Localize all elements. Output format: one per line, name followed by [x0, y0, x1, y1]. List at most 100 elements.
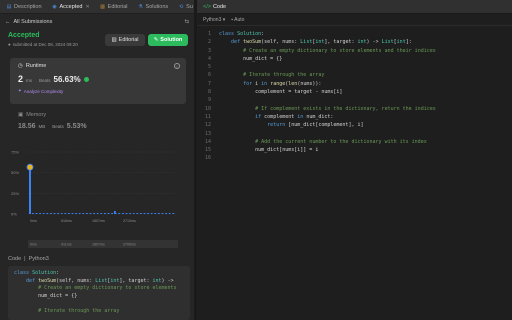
submitted-code-block: class Solution: def twoSum(self, nums: L…: [8, 266, 190, 320]
line-number: 3: [207, 47, 211, 54]
solution-button-label: Solution: [160, 37, 183, 43]
accepted-icon: ◉: [52, 3, 57, 10]
editor-title: Code: [212, 3, 227, 10]
runtime-title-row: ◷ Runtime: [18, 63, 178, 69]
code-header-label: Code: [8, 256, 22, 262]
code-editor[interactable]: 1 class Solution: 2 def twoSum(self, nums:…: [197, 30, 512, 163]
line-number: 12: [204, 122, 211, 129]
code-line[interactable]: 10 # If complement exists in the diction…: [197, 105, 512, 113]
distribution-bar: [107, 213, 110, 214]
line-number: 9: [207, 97, 211, 104]
line-number: 10: [204, 105, 211, 112]
back-link[interactable]: ← All Submissions: [5, 19, 52, 25]
code-line[interactable]: 8 complement = target - nums[i]: [197, 88, 512, 96]
runtime-distribution-chart[interactable]: 75% 50% 25% 0% 0ms 616ms 1807ms 2710ms 0ms 911m…: [10, 144, 186, 256]
code-line[interactable]: 15 num_dict[nums[i]] = i: [197, 146, 512, 154]
brush-tick-label: 1807ms: [92, 243, 105, 247]
line-number: 6: [207, 72, 211, 79]
code-line[interactable]: 1 class Solution:: [197, 30, 512, 38]
analyze-complexity-link[interactable]: ✦ Analyze Complexity: [18, 88, 178, 94]
tab-accepted[interactable]: ◉ Accepted ✕: [50, 0, 92, 14]
runtime-beats-pct: 56.63%: [53, 75, 81, 84]
editorial-icon: ▥: [111, 37, 117, 43]
memory-stats: 18.56 MB Beats 5.53%: [18, 123, 178, 130]
distribution-bar: [39, 213, 41, 214]
runtime-card[interactable]: ◷ Runtime i 2 ms Beats 56.63% ✦ Analyze …: [10, 58, 186, 104]
line-number: 7: [207, 80, 211, 87]
distribution-bar: [104, 213, 106, 214]
editor-header: </> Code: [197, 0, 512, 14]
code-line[interactable]: 2 def twoSum(self, nums: List[int], targ…: [197, 38, 512, 46]
distribution-bar: [129, 213, 131, 214]
distribution-bar: [150, 213, 153, 214]
code-line[interactable]: 5: [197, 63, 512, 71]
distribution-bar: [132, 213, 135, 214]
highlight-bar: [29, 167, 31, 214]
left-panel: ▤ Description ◉ Accepted ✕ ▥ Editorial ⚗…: [0, 0, 197, 320]
code-text: # If complement exists in the dictionary…: [255, 105, 436, 112]
description-icon: ▤: [6, 3, 12, 10]
memory-unit: MB: [38, 124, 46, 129]
code-text: # Create an empty dictionary to store el…: [243, 47, 436, 54]
code-line[interactable]: 11 if complement in num_dict:: [197, 113, 512, 121]
distribution-bar: [75, 213, 77, 214]
tab-solutions[interactable]: ⚗ Solutions: [136, 0, 171, 14]
line-number: 11: [204, 113, 211, 120]
distribution-bar: [86, 213, 88, 214]
code-line[interactable]: 13: [197, 130, 512, 138]
chevron-down-icon: ▾: [222, 16, 226, 23]
distribution-bar: [122, 213, 124, 214]
y-tick-label: 25%: [11, 191, 19, 196]
brush-tick-label: 0ms: [30, 243, 37, 247]
tab-description[interactable]: ▤ Description: [4, 0, 44, 14]
distribution-bar: [35, 213, 38, 214]
line-number: 1: [207, 31, 211, 37]
distribution-bar: [60, 213, 63, 214]
distribution-bar: [82, 213, 85, 214]
separator: |: [24, 256, 26, 262]
runtime-stats: 2 ms Beats 56.63%: [18, 74, 178, 84]
distribution-bar: [114, 211, 116, 214]
code-line[interactable]: 4 num_dict = {}: [197, 55, 512, 63]
distribution-bar: [53, 213, 56, 214]
code-text: # Iterate through the array: [243, 72, 325, 79]
submissions-icon: ⟲: [179, 3, 184, 10]
code-line[interactable]: 12 return [num_dict[complement], i]: [197, 121, 512, 129]
code-line[interactable]: 9: [197, 96, 512, 104]
language-select[interactable]: Python3 ▾: [203, 17, 225, 23]
tab-editorial[interactable]: ▥ Editorial: [98, 0, 130, 14]
line-number: 13: [204, 130, 211, 137]
code-text: return [num_dict[complement], i]: [267, 122, 364, 129]
back-label: All Submissions: [13, 19, 53, 25]
y-tick-label: 50%: [11, 170, 19, 175]
close-icon[interactable]: ✕: [85, 4, 89, 10]
x-tick-label: 1807ms: [92, 219, 105, 223]
y-tick-label: 0%: [11, 212, 17, 217]
code-line[interactable]: 3 # Create an empty dictionary to store …: [197, 47, 512, 55]
line-number: 4: [207, 55, 211, 62]
share-icon[interactable]: ⇆: [184, 19, 189, 25]
line-number: 15: [204, 147, 211, 154]
info-icon[interactable]: i: [174, 63, 180, 69]
mode-label: Auto: [234, 16, 245, 23]
memory-card[interactable]: ▣ Memory 18.56 MB Beats 5.53%: [10, 108, 186, 138]
code-text: num_dict[nums[i]] = i: [219, 147, 319, 154]
code-line[interactable]: 7 for i in range(len(nums)):: [197, 80, 512, 88]
memory-beats-label: Beats: [52, 124, 64, 129]
code-line[interactable]: 16: [197, 154, 512, 162]
code-line[interactable]: 14 # Add the current number to the dicti…: [197, 138, 512, 146]
code-editor-panel: </> Code Python3 ▾ ▪ Auto 1 class Solutio…: [197, 0, 512, 320]
code-line[interactable]: 6 # Iterate through the array: [197, 71, 512, 79]
tab-label: Description: [14, 3, 42, 10]
memory-icon: ▣: [18, 112, 24, 118]
distribution-bar: [32, 213, 34, 214]
editorial-button[interactable]: ▥ Editorial: [105, 34, 145, 46]
tab-submissions[interactable]: ⟲ Su: [176, 0, 194, 14]
code-line: # Iterate through the array: [38, 307, 120, 314]
chart-grid: [26, 151, 178, 215]
solution-button[interactable]: ✎ Solution: [148, 34, 188, 46]
mode-toggle[interactable]: ▪ Auto: [231, 17, 244, 23]
code-text: class Solution:: [219, 31, 265, 37]
runtime-title: Runtime: [25, 63, 47, 69]
editor-toolbar: Python3 ▾ ▪ Auto: [197, 14, 512, 26]
